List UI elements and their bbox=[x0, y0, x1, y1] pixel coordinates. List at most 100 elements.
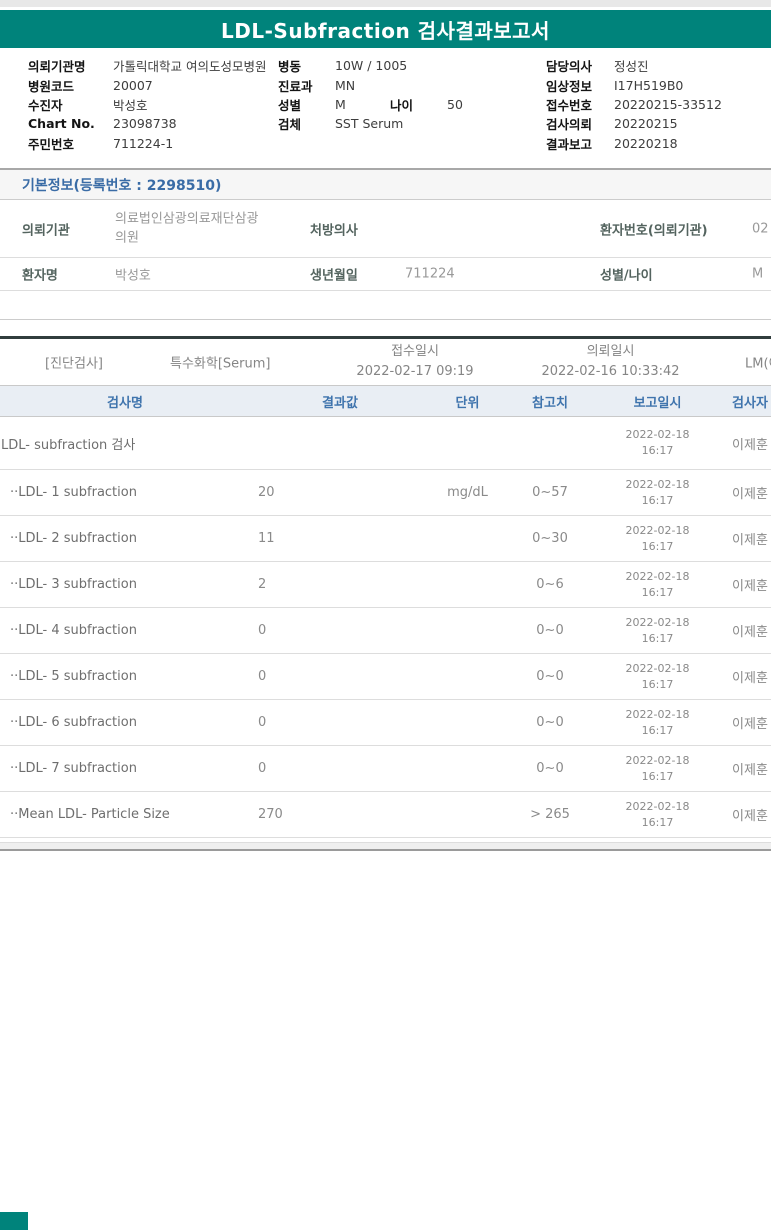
field-label: 의뢰기관명 bbox=[28, 59, 86, 75]
test-name-cell: ··LDL- 6 subfraction bbox=[10, 715, 137, 730]
report-date: 2022-02-18 bbox=[625, 428, 690, 442]
field-label: 진료과 bbox=[278, 78, 313, 94]
field-label: 결과보고 bbox=[546, 136, 593, 152]
field-value: I17H519B0 bbox=[614, 77, 684, 93]
col-header-result-value: 결과값 bbox=[322, 395, 358, 411]
result-row: ··LDL- 3 subfraction 2 0~6 2022-02-18 16:17 이… bbox=[0, 562, 771, 608]
test-name-cell: ··LDL- 3 subfraction bbox=[10, 577, 137, 592]
birthdate-value: 711224 bbox=[405, 266, 455, 282]
test-name-cell: ··LDL- 7 subfraction bbox=[10, 761, 137, 776]
result-value-cell: 11 bbox=[258, 531, 275, 546]
birthdate-label: 생년월일 bbox=[310, 268, 358, 284]
results-table: 검사명 결과값 단위 참고치 보고일시 검사자 LDL- subfraction… bbox=[0, 386, 771, 838]
result-value-cell: 0 bbox=[258, 715, 267, 730]
field-label: 병원코드 bbox=[28, 78, 75, 94]
field-value: 20007 bbox=[113, 77, 153, 93]
field-label: 수진자 bbox=[28, 97, 63, 113]
header-field-row: 병원코드 20007 bbox=[28, 75, 266, 94]
field-label: 검체 bbox=[278, 117, 302, 133]
result-row: ··LDL- 2 subfraction 11 0~30 2022-02-18 16:1… bbox=[0, 516, 771, 562]
field-value: 20220215-33512 bbox=[614, 96, 722, 112]
report-date: 2022-02-18 bbox=[625, 477, 690, 491]
section-separator-line bbox=[0, 319, 771, 320]
field-value: 정성진 bbox=[614, 59, 649, 75]
col-header-reference-range: 참고치 bbox=[532, 395, 568, 411]
examiner-cell: 이제훈 bbox=[732, 671, 768, 686]
field-value: 20220218 bbox=[614, 135, 678, 151]
field-value: SST Serum bbox=[335, 116, 404, 132]
report-datetime-cell: 2022-02-18 16:17 bbox=[595, 427, 720, 459]
result-value-cell: 0 bbox=[258, 623, 267, 638]
report-datetime-cell: 2022-02-18 16:17 bbox=[595, 569, 720, 601]
basic-info-section-header: 기본정보(등록번호 : 2298510) bbox=[0, 168, 771, 200]
prescribing-doctor-label: 처방의사 bbox=[310, 223, 358, 238]
report-datetime-cell: 2022-02-18 16:17 bbox=[595, 753, 720, 785]
report-datetime-cell: 2022-02-18 16:17 bbox=[595, 615, 720, 647]
examiner-cell: 이제훈 bbox=[732, 809, 768, 824]
examiner-cell: 이제훈 bbox=[732, 717, 768, 732]
footer-gray-bar bbox=[0, 843, 771, 851]
header-field-row: 주민번호 711224-1 bbox=[28, 134, 266, 153]
report-date: 2022-02-18 bbox=[625, 569, 690, 583]
report-time: 16:17 bbox=[641, 677, 674, 691]
patient-name-label: 환자명 bbox=[22, 268, 58, 284]
report-date: 2022-02-18 bbox=[625, 523, 690, 537]
basic-info-row-institution: 의뢰기관 의료법인삼광의료재단삼광의원 처방의사 환자번호(의뢰기관) 02 bbox=[0, 200, 771, 258]
reference-range-cell: 0~57 bbox=[532, 485, 568, 500]
requesting-institution-label: 의뢰기관 bbox=[22, 223, 70, 238]
sex-age-value: M bbox=[752, 266, 764, 282]
patient-name-value: 박성호 bbox=[115, 268, 151, 284]
patient-number-value: 02 bbox=[752, 221, 769, 236]
field-label: 성별 bbox=[278, 97, 302, 113]
header-field-row: 성별 M 나이 50 bbox=[278, 95, 463, 114]
exam-category: 특수화학[Serum] bbox=[170, 356, 271, 372]
header-field-row: 병동 10W / 1005 bbox=[278, 56, 463, 75]
result-value-cell: 0 bbox=[258, 669, 267, 684]
report-time: 16:17 bbox=[641, 631, 674, 645]
bottom-left-accent-mark bbox=[0, 1212, 28, 1230]
header-column-left: 의뢰기관명 가톨릭대학교 여의도성모병원 병원코드 20007 수진자 박성호 Chart … bbox=[28, 56, 266, 153]
report-time: 16:17 bbox=[641, 585, 674, 599]
receipt-datetime-label: 접수일시 bbox=[391, 343, 439, 359]
field-value: MN bbox=[335, 77, 356, 93]
test-name-cell: ··LDL- 2 subfraction bbox=[10, 531, 137, 546]
result-row: LDL- subfraction 검사 2022-02-18 16:17 이제훈 bbox=[0, 417, 771, 470]
result-value-cell: 0 bbox=[258, 761, 267, 776]
basic-info-row-patient: 환자명 박성호 생년월일 711224 성별/나이 M bbox=[0, 258, 771, 291]
field-value: 711224-1 bbox=[113, 135, 174, 151]
reference-range-cell: 0~6 bbox=[536, 577, 564, 592]
result-value-cell: 2 bbox=[258, 577, 267, 592]
results-table-body: LDL- subfraction 검사 2022-02-18 16:17 이제훈 ··L… bbox=[0, 417, 771, 838]
test-name-cell: ··LDL- 1 subfraction bbox=[10, 485, 137, 500]
header-field-row: 담당의사 정성진 bbox=[546, 56, 722, 75]
lab-report-page: LDL-Subfraction 검사결과보고서 의뢰기관명 가톨릭대학교 여의도성… bbox=[0, 0, 771, 1230]
test-name-cell: ··Mean LDL- Particle Size bbox=[10, 807, 170, 822]
report-title-bar: LDL-Subfraction 검사결과보고서 bbox=[0, 10, 771, 48]
col-header-unit: 단위 bbox=[455, 395, 480, 411]
result-value-cell: 270 bbox=[258, 807, 283, 822]
col-header-examiner: 검사자 bbox=[732, 395, 768, 411]
page-title: LDL-Subfraction 검사결과보고서 bbox=[221, 18, 550, 43]
field-value: 10W / 1005 bbox=[335, 58, 408, 74]
request-datetime-block: 의뢰일시 2022-02-16 10:33:42 bbox=[528, 342, 693, 382]
report-time: 16:17 bbox=[641, 444, 674, 457]
exam-department: [진단검사] bbox=[45, 356, 103, 372]
reference-range-cell: 0~0 bbox=[536, 623, 564, 638]
report-time: 16:17 bbox=[641, 539, 674, 553]
reference-range-cell: 0~0 bbox=[536, 669, 564, 684]
field-label: 담당의사 bbox=[546, 59, 593, 75]
field-value: 가톨릭대학교 여의도성모병원 bbox=[113, 59, 267, 75]
test-name-cell: ··LDL- 5 subfraction bbox=[10, 669, 137, 684]
top-divider-strip bbox=[0, 0, 771, 7]
report-datetime-cell: 2022-02-18 16:17 bbox=[595, 799, 720, 831]
header-field-row: 결과보고 20220218 bbox=[546, 134, 722, 153]
col-header-test-name: 검사명 bbox=[107, 395, 143, 411]
field-value: 23098738 bbox=[113, 116, 177, 132]
clipped-right-text: LM(이 bbox=[745, 356, 771, 372]
examiner-cell: 이제훈 bbox=[732, 625, 768, 640]
result-row: ··LDL- 5 subfraction 0 0~0 2022-02-18 16:17 이… bbox=[0, 654, 771, 700]
diagnostic-exam-band: [진단검사] 특수화학[Serum] 접수일시 2022-02-17 09:19… bbox=[0, 336, 771, 386]
header-column-middle: 병동 10W / 1005 진료과 MN 성별 M 나이 50 검체 SST Serum bbox=[278, 56, 463, 134]
receipt-datetime-value: 2022-02-17 09:19 bbox=[356, 364, 474, 379]
requesting-institution-value: 의료법인삼광의료재단삼광의원 bbox=[115, 211, 259, 246]
